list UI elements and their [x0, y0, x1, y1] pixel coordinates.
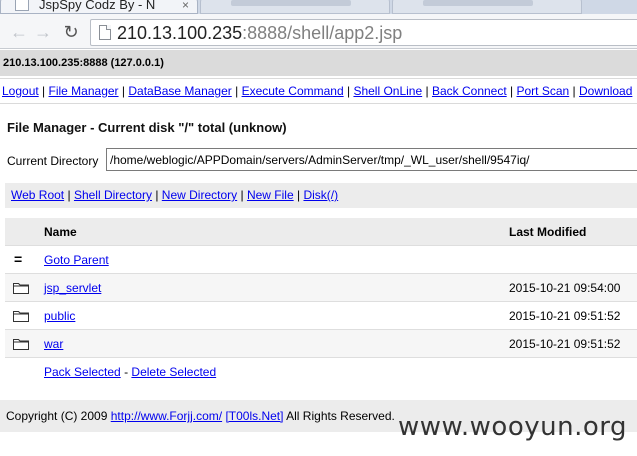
- parent-icon: =: [14, 251, 23, 267]
- page-favicon-icon: [15, 0, 29, 11]
- page-title: File Manager - Current disk "/" total (u…: [7, 120, 287, 135]
- menu-file-manager[interactable]: File Manager: [49, 84, 119, 98]
- folder-link-jsp-servlet[interactable]: jsp_servlet: [44, 281, 101, 295]
- menu-download[interactable]: Download: [579, 84, 632, 98]
- forward-arrow-icon[interactable]: →: [32, 21, 54, 43]
- menu-port-scan[interactable]: Port Scan: [517, 84, 570, 98]
- forjj-link[interactable]: http://www.Forjj.com/: [111, 409, 222, 423]
- browser-tab-inactive[interactable]: [392, 0, 582, 14]
- new-file-link[interactable]: New File: [247, 188, 294, 202]
- blurred-tab-title: [423, 0, 533, 6]
- table-header: Name Last Modified: [5, 218, 637, 246]
- file-table: Name Last Modified = Goto Parent jsp_ser…: [5, 218, 637, 386]
- table-row-parent: = Goto Parent: [5, 246, 637, 274]
- menu-shell-online[interactable]: Shell OnLine: [353, 84, 422, 98]
- pack-selected-link[interactable]: Pack Selected: [44, 365, 121, 379]
- table-row: public 2015-10-21 09:51:52: [5, 302, 637, 330]
- table-row: war 2015-10-21 09:51:52: [5, 330, 637, 358]
- folder-link-war[interactable]: war: [44, 337, 63, 351]
- close-icon[interactable]: ×: [182, 0, 189, 13]
- t00ls-link[interactable]: [T00ls.Net]: [225, 409, 283, 423]
- menu-back-connect[interactable]: Back Connect: [432, 84, 507, 98]
- folder-icon: [13, 311, 29, 322]
- current-directory-input[interactable]: [106, 148, 637, 171]
- folder-icon: [13, 283, 29, 294]
- column-header-name: Name: [44, 225, 77, 239]
- delete-selected-link[interactable]: Delete Selected: [131, 365, 216, 379]
- back-arrow-icon[interactable]: ←: [8, 21, 30, 43]
- browser-toolbar: ← → ↻ 210.13.100.235:8888/shell/app2.jsp: [0, 14, 637, 49]
- table-row-selection-actions: Pack Selected - Delete Selected: [44, 365, 217, 379]
- shell-directory-link[interactable]: Shell Directory: [74, 188, 152, 202]
- main-menu: Logout | File Manager | DataBase Manager…: [0, 78, 637, 104]
- last-modified: 2015-10-21 09:51:52: [509, 337, 621, 351]
- browser-tab-inactive[interactable]: [200, 0, 390, 14]
- watermark-text: www.wooyun.org: [397, 412, 627, 442]
- copyright-prefix: Copyright (C) 2009: [6, 409, 108, 423]
- address-bar[interactable]: 210.13.100.235:8888/shell/app2.jsp: [90, 19, 637, 46]
- disk-root-link[interactable]: Disk(/): [303, 188, 338, 202]
- last-modified: 2015-10-21 09:54:00: [509, 281, 621, 295]
- menu-database-manager[interactable]: DataBase Manager: [128, 84, 231, 98]
- directory-actions: Web Root | Shell Directory | New Directo…: [5, 183, 637, 208]
- goto-parent-link[interactable]: Goto Parent: [44, 253, 109, 267]
- page-icon: [99, 25, 111, 40]
- menu-execute-command[interactable]: Execute Command: [242, 84, 344, 98]
- new-directory-link[interactable]: New Directory: [162, 188, 237, 202]
- url-path: :8888/shell/app2.jsp: [242, 23, 403, 43]
- menu-logout[interactable]: Logout: [2, 84, 39, 98]
- host-info: 210.13.100.235:8888 (127.0.0.1): [0, 50, 637, 76]
- column-header-last-modified: Last Modified: [509, 225, 587, 239]
- blurred-tab-title: [231, 0, 351, 6]
- reload-icon[interactable]: ↻: [60, 21, 82, 43]
- last-modified: 2015-10-21 09:51:52: [509, 309, 621, 323]
- folder-icon: [13, 339, 29, 350]
- web-root-link[interactable]: Web Root: [11, 188, 64, 202]
- folder-link-public[interactable]: public: [44, 309, 75, 323]
- copyright-suffix: All Rights Reserved.: [286, 409, 395, 423]
- current-directory-label: Current Directory: [7, 154, 99, 168]
- page-content: 210.13.100.235:8888 (127.0.0.1) Logout |…: [0, 50, 637, 456]
- url-text[interactable]: 210.13.100.235:8888/shell/app2.jsp: [117, 22, 402, 44]
- browser-tab[interactable]: JspSpy Codz By - N ×: [0, 0, 198, 14]
- tab-strip: JspSpy Codz By - N ×: [0, 0, 637, 14]
- table-row: jsp_servlet 2015-10-21 09:54:00: [5, 274, 637, 302]
- tab-title: JspSpy Codz By - N: [39, 0, 156, 12]
- url-host: 210.13.100.235: [117, 23, 243, 43]
